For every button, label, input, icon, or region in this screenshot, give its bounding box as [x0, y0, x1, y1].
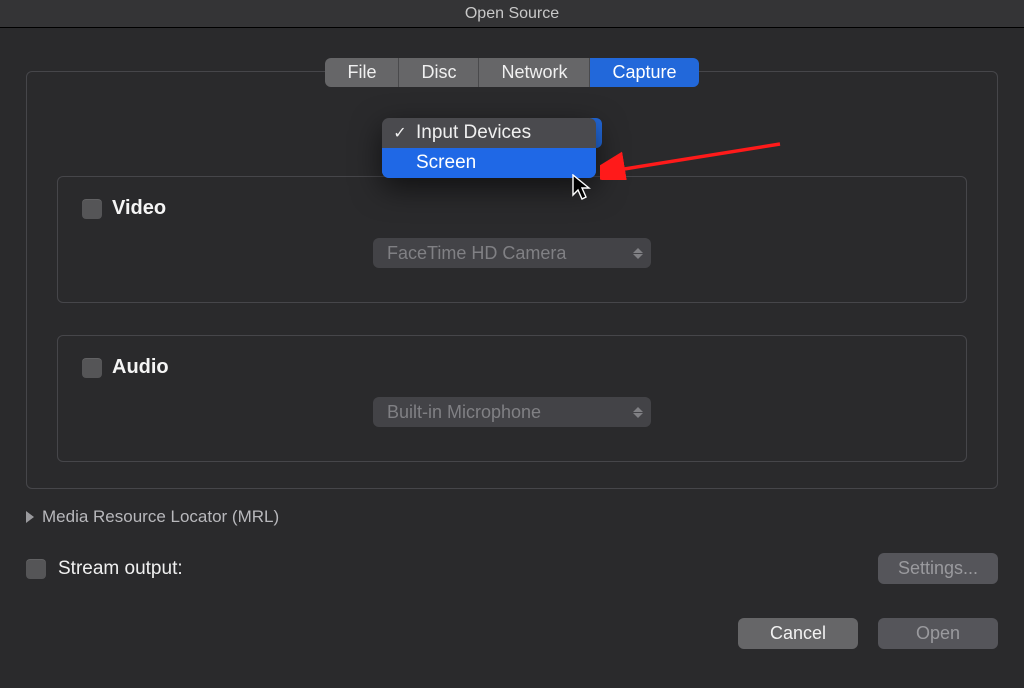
capture-mode-item-input-devices[interactable]: ✓ Input Devices	[382, 118, 596, 148]
video-header: Video	[82, 197, 942, 220]
updown-icon	[633, 407, 643, 418]
settings-button[interactable]: Settings...	[878, 553, 998, 584]
updown-icon	[633, 248, 643, 259]
audio-label: Audio	[112, 356, 169, 379]
stream-output-left: Stream output:	[26, 558, 183, 580]
video-label: Video	[112, 197, 166, 220]
tab-capture[interactable]: Capture	[590, 58, 698, 87]
menu-item-label: Input Devices	[416, 122, 584, 144]
mrl-label: Media Resource Locator (MRL)	[42, 507, 279, 527]
window-titlebar: Open Source	[0, 0, 1024, 28]
audio-device-dropdown[interactable]: Built-in Microphone	[373, 397, 651, 427]
menu-item-label: Screen	[416, 152, 584, 174]
stream-output-checkbox[interactable]	[26, 559, 46, 579]
window-title: Open Source	[465, 5, 559, 23]
video-device-value: FaceTime HD Camera	[387, 243, 566, 264]
cancel-button[interactable]: Cancel	[738, 618, 858, 649]
tab-disc[interactable]: Disc	[399, 58, 479, 87]
video-group: Video FaceTime HD Camera	[57, 176, 967, 303]
open-button[interactable]: Open	[878, 618, 998, 649]
stream-output-label: Stream output:	[58, 558, 183, 580]
capture-mode-item-screen[interactable]: Screen	[382, 148, 596, 178]
audio-group: Audio Built-in Microphone	[57, 335, 967, 462]
source-tabbar: File Disc Network Capture	[26, 58, 998, 87]
audio-checkbox[interactable]	[82, 358, 102, 378]
audio-header: Audio	[82, 356, 942, 379]
tab-file[interactable]: File	[325, 58, 399, 87]
audio-device-value: Built-in Microphone	[387, 402, 541, 423]
capture-mode-popup: ✓ Input Devices Screen	[382, 118, 596, 178]
mrl-disclosure[interactable]: Media Resource Locator (MRL)	[26, 507, 998, 527]
stream-output-row: Stream output: Settings...	[26, 553, 998, 584]
video-checkbox[interactable]	[82, 199, 102, 219]
disclosure-triangle-icon	[26, 511, 34, 523]
dialog-buttons: Cancel Open	[26, 618, 998, 649]
tab-network[interactable]: Network	[479, 58, 590, 87]
segmented-control: File Disc Network Capture	[325, 58, 698, 87]
video-device-dropdown[interactable]: FaceTime HD Camera	[373, 238, 651, 268]
checkmark-icon: ✓	[392, 123, 408, 143]
